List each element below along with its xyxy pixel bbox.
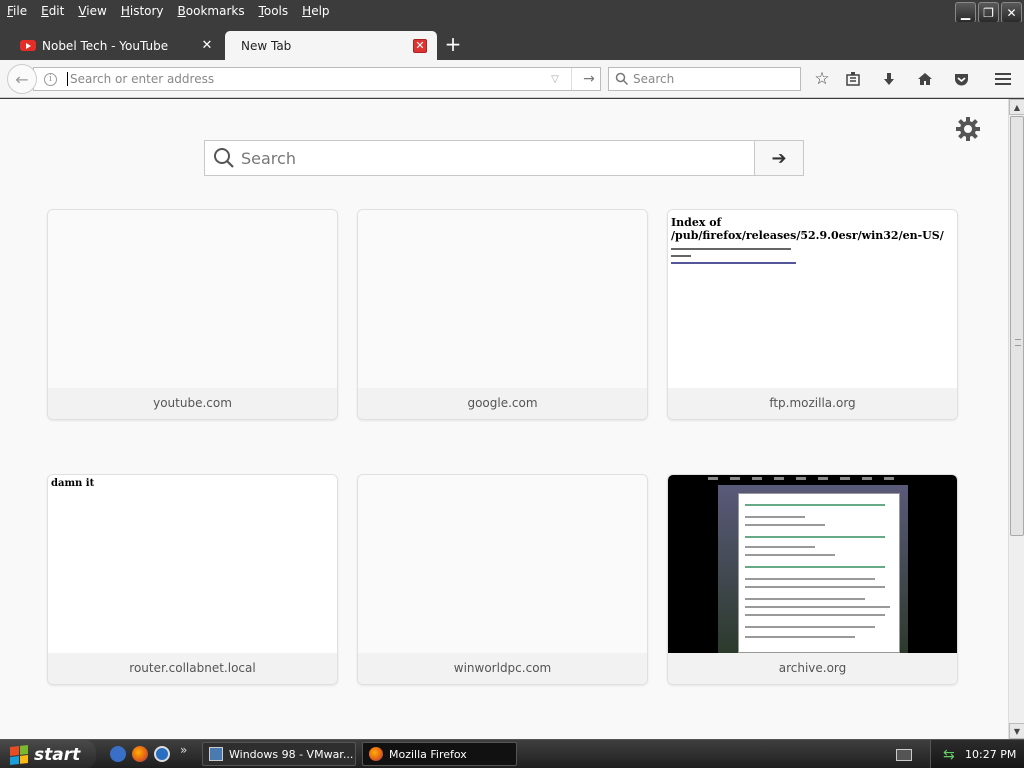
- preview-page: [738, 493, 900, 653]
- preview-nav: [708, 477, 918, 482]
- network-icon[interactable]: ⇆: [943, 747, 955, 763]
- top-site-tile[interactable]: archive.org: [667, 474, 958, 685]
- up-arrow-icon: ▲: [1013, 102, 1021, 112]
- tab-youtube[interactable]: Nobel Tech - YouTube ✕: [0, 31, 224, 60]
- search-bar: [608, 67, 801, 91]
- tile-label: archive.org: [668, 653, 957, 684]
- menu-view[interactable]: View: [71, 0, 113, 22]
- tile-thumbnail: [358, 210, 647, 388]
- pocket-icon[interactable]: [951, 69, 971, 89]
- tab-strip: Nobel Tech - YouTube ✕ New Tab ✕ +: [0, 22, 1024, 60]
- ie-icon[interactable]: [110, 746, 126, 762]
- start-label: start: [34, 744, 81, 765]
- vmware-icon: [209, 747, 223, 761]
- go-arrow-icon[interactable]: →: [578, 71, 600, 87]
- preview-line: [671, 248, 791, 250]
- navigation-toolbar: i ▽ → ← ☆: [0, 60, 1024, 98]
- top-site-tile[interactable]: Index of /pub/firefox/releases/52.9.0esr…: [667, 209, 958, 420]
- vertical-scrollbar[interactable]: ▲ ▼: [1008, 99, 1024, 739]
- menu-bar: File Edit View History Bookmarks Tools H…: [0, 0, 1024, 23]
- tile-thumbnail: [48, 210, 337, 388]
- tile-label: youtube.com: [48, 388, 337, 419]
- restore-button[interactable]: ❐: [978, 2, 999, 23]
- new-tab-button[interactable]: +: [443, 31, 463, 57]
- tile-thumbnail: [358, 475, 647, 653]
- system-tray: ⇆ 10:27 PM: [930, 740, 1024, 768]
- right-arrow-icon: ➔: [771, 147, 787, 169]
- search-icon: [615, 72, 629, 86]
- tile-thumbnail: Index of /pub/firefox/releases/52.9.0esr…: [668, 210, 957, 388]
- top-site-tile[interactable]: google.com: [357, 209, 648, 420]
- bookmarks-menu-icon[interactable]: [843, 69, 863, 89]
- tab-title: New Tab: [241, 38, 292, 53]
- menu-tools[interactable]: Tools: [252, 0, 296, 22]
- info-icon[interactable]: i: [44, 72, 57, 86]
- tile-thumbnail: damn it: [48, 475, 337, 653]
- menu-file[interactable]: File: [0, 0, 34, 22]
- tile-preview-text: damn it: [51, 478, 95, 489]
- minimize-icon: ▁: [960, 5, 971, 20]
- taskbar: start » Windows 98 - VMwar... Mozilla Fi…: [0, 739, 1024, 768]
- quicklaunch-chevron-icon[interactable]: »: [180, 743, 187, 757]
- history-dropdown-icon[interactable]: ▽: [545, 74, 565, 85]
- taskbar-button-vmware[interactable]: Windows 98 - VMwar...: [202, 742, 356, 766]
- home-icon[interactable]: [915, 69, 935, 89]
- tile-thumbnail: [668, 475, 957, 653]
- tile-label: winworldpc.com: [358, 653, 647, 684]
- windows-logo-icon: [10, 744, 28, 765]
- restore-icon: ❐: [983, 5, 994, 20]
- window-controls: ▁ ❐ ✕: [955, 2, 1022, 23]
- keyboard-icon[interactable]: [896, 749, 912, 761]
- youtube-icon: [20, 40, 36, 51]
- down-arrow-icon: ▼: [1013, 726, 1021, 736]
- newtab-search-box: ➔: [204, 140, 804, 176]
- menu-help[interactable]: Help: [295, 0, 336, 22]
- tile-preview-title: Index of /pub/firefox/releases/52.9.0esr…: [671, 216, 944, 242]
- minimize-button[interactable]: ▁: [955, 2, 976, 23]
- url-bar: i ▽ →: [33, 67, 601, 91]
- menu-history[interactable]: History: [114, 0, 171, 22]
- top-site-tile[interactable]: youtube.com: [47, 209, 338, 420]
- download-icon[interactable]: [879, 69, 899, 89]
- scroll-down-button[interactable]: ▼: [1009, 723, 1024, 739]
- bookmark-star-icon[interactable]: ☆: [812, 69, 832, 89]
- newtab-search-input[interactable]: [241, 148, 741, 168]
- newtab-search-go-button[interactable]: ➔: [754, 141, 803, 175]
- media-player-icon[interactable]: [154, 746, 170, 762]
- back-arrow-icon: ←: [15, 69, 29, 89]
- search-icon: [214, 148, 234, 168]
- firefox-quicklaunch-icon[interactable]: [132, 746, 148, 762]
- preview-line: [671, 255, 691, 257]
- tab-close-button[interactable]: ✕: [200, 38, 214, 53]
- preview-line: [671, 262, 796, 264]
- top-site-tile[interactable]: damn it router.collabnet.local: [47, 474, 338, 685]
- close-window-button[interactable]: ✕: [1001, 2, 1022, 23]
- clock: 10:27 PM: [965, 748, 1017, 761]
- tile-label: google.com: [358, 388, 647, 419]
- task-label: Mozilla Firefox: [389, 747, 467, 761]
- close-icon: ✕: [1006, 5, 1017, 20]
- taskbar-button-firefox[interactable]: Mozilla Firefox: [362, 742, 517, 766]
- tab-new-tab[interactable]: New Tab ✕: [225, 31, 437, 60]
- hamburger-menu-icon[interactable]: [993, 69, 1013, 89]
- grip-icon: [1015, 339, 1021, 346]
- tab-close-button[interactable]: ✕: [413, 38, 427, 53]
- firefox-icon: [369, 747, 383, 761]
- url-input[interactable]: [67, 72, 545, 86]
- back-button[interactable]: ←: [7, 64, 37, 94]
- start-button[interactable]: start: [0, 740, 96, 768]
- tile-label: router.collabnet.local: [48, 653, 337, 684]
- scroll-up-button[interactable]: ▲: [1009, 99, 1024, 115]
- search-input[interactable]: [633, 72, 793, 86]
- menu-bookmarks[interactable]: Bookmarks: [171, 0, 252, 22]
- top-site-tile[interactable]: winworldpc.com: [357, 474, 648, 685]
- plus-icon: +: [444, 32, 462, 56]
- menu-edit[interactable]: Edit: [34, 0, 71, 22]
- tab-title: Nobel Tech - YouTube: [42, 38, 169, 53]
- tile-label: ftp.mozilla.org: [668, 388, 957, 419]
- separator: [571, 68, 572, 90]
- task-label: Windows 98 - VMwar...: [229, 747, 354, 761]
- scroll-thumb[interactable]: [1010, 116, 1024, 536]
- gear-icon[interactable]: [955, 116, 981, 142]
